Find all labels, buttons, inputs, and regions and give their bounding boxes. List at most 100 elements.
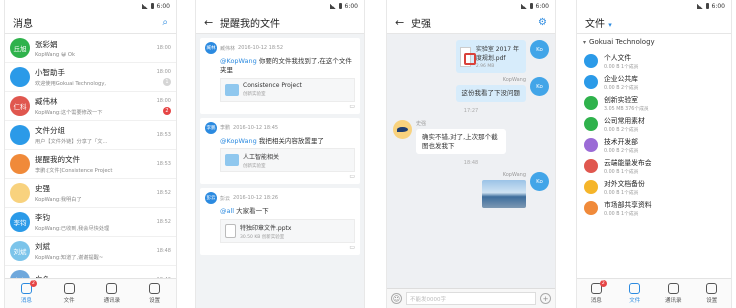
library-meta: 0.00 B 1个成员 — [604, 211, 639, 217]
mention-tag[interactable]: @KopWang — [220, 57, 257, 65]
message-bubble[interactable]: 这份我看了下没问题 — [455, 85, 526, 102]
avatar[interactable] — [10, 125, 30, 145]
page-title[interactable]: 文件 ▾ — [585, 15, 723, 30]
library-meta: 0.00 B 1个成员 — [604, 64, 639, 70]
mention-card[interactable]: 彭云 彭云 2016-10-12 18:26 @all 大家看一下 特独印章文件.ppt… — [200, 188, 360, 256]
conversation-row[interactable]: 小智助手 欢迎使用Gokuai Technology, 18:00 1 — [5, 63, 176, 92]
pdf-icon — [460, 46, 476, 67]
battery-icon — [150, 3, 154, 9]
library-info: 市场部共享资料 0.00 B 1个成员 — [604, 199, 652, 217]
pdf-file-bubble[interactable]: 实验室 2017 年度规划.pdf 2.96 MB — [456, 40, 526, 73]
card-message: @KopWang 你要的文件我找到了,在这个文件夹里 — [220, 57, 355, 75]
chevron-down-icon: ▾ — [583, 38, 587, 46]
mention-tag[interactable]: @all — [220, 207, 234, 215]
avatar[interactable]: 丘旭 — [10, 38, 30, 58]
conversation-meta: 18:53 — [149, 161, 171, 167]
library-icon — [584, 137, 598, 152]
avatar[interactable]: 臧林 — [205, 42, 217, 54]
card-user: 李鹏 — [220, 125, 231, 132]
conversation-row[interactable]: 丘旭 张彩娟 KopWang 😀 Ok 18:00 — [5, 34, 176, 63]
conversation-meta: 18:53 — [149, 132, 171, 138]
library-icon — [584, 95, 598, 110]
tab-files[interactable]: 文件 — [616, 279, 655, 308]
message-input[interactable]: 不能发0000字 — [406, 292, 536, 305]
back-arrow-icon[interactable]: ← — [204, 16, 220, 29]
file-info: 人工智能相关 创新实验室 — [243, 152, 279, 169]
tab-messages[interactable]: 2 消息 — [577, 279, 616, 308]
file-attachment[interactable]: 特独印章文件.pptx 30.50 KB 创新实验室 — [220, 219, 355, 244]
battery-icon — [705, 3, 709, 9]
conversation-time: 18:48 — [156, 248, 171, 254]
avatar[interactable]: Ko — [530, 40, 549, 59]
library-item[interactable]: 对外文档备份 0.00 B 1个成员 — [577, 176, 731, 197]
tab-messages[interactable]: 2 消息 — [5, 279, 48, 308]
library-item[interactable]: 技术开发部 0.00 B 2个成员 — [577, 134, 731, 155]
conversation-row[interactable]: 仁科 臧伟林 KopWang:这个需要修改一下 18:00 2 — [5, 92, 176, 121]
tab-contacts[interactable]: 通讯录 — [654, 279, 693, 308]
library-item[interactable]: 个人文件 0.00 B 1个成员 — [577, 50, 731, 71]
library-item[interactable]: 创新实验室 3.05 MB 376个成员 — [577, 92, 731, 113]
avatar[interactable]: Ko — [530, 77, 549, 96]
tab-label: 通讯录 — [103, 298, 121, 304]
bottom-tab-bar: 2 消息 文件 通讯录 设置 — [5, 278, 176, 308]
library-item[interactable]: 云端能量发布会 0.00 B 1个成员 — [577, 155, 731, 176]
comment-icon[interactable]: ▭ — [205, 244, 355, 251]
conversation-row[interactable]: 李钧 李钧 KopWang:已收到,我会尽快处理 18:52 — [5, 208, 176, 237]
mention-files-header: ← 提醒我的文件 — [196, 12, 364, 34]
conversation-list: 丘旭 张彩娟 KopWang 😀 Ok 18:00 小智助手 欢迎使用Gokuai Tec… — [5, 34, 176, 295]
avatar[interactable]: 刘斌 — [10, 241, 30, 261]
library-section-header[interactable]: ▾ Gokuai Technology — [577, 34, 731, 50]
avatar[interactable]: 彭云 — [205, 192, 217, 205]
tab-contacts[interactable]: 通讯录 — [91, 279, 134, 308]
comment-icon[interactable]: ▭ — [205, 173, 355, 180]
plus-icon[interactable]: + — [540, 293, 551, 304]
library-icon — [584, 179, 598, 194]
card-message: @KopWang 我把相关内容放置里了 — [220, 137, 355, 146]
tab-settings[interactable]: 设置 — [133, 279, 176, 308]
conversation-body: 刘斌 KopWang:知道了,谢谢提醒~ — [35, 241, 149, 261]
mention-card[interactable]: 李鹏 李鹏 2016-10-12 18:45 @KopWang 我把相关内容放置里了人… — [200, 117, 360, 185]
avatar[interactable]: Ko — [530, 172, 549, 192]
tab-label: 设置 — [149, 298, 161, 304]
back-arrow-icon[interactable]: ← — [395, 16, 411, 29]
library-item[interactable]: 企业公共库 0.00 B 2个成员 — [577, 71, 731, 92]
conversation-row[interactable]: 文件分组 用户【文件外链】分享了「文... 18:53 — [5, 121, 176, 150]
search-icon[interactable]: ⌕ — [162, 17, 168, 28]
library-meta: 3.05 MB 376个成员 — [604, 106, 649, 112]
comment-icon[interactable]: ▭ — [205, 103, 355, 110]
image-message[interactable] — [482, 180, 526, 209]
library-info: 个人文件 0.00 B 1个成员 — [604, 52, 638, 70]
avatar[interactable] — [10, 154, 30, 174]
conversation-row[interactable]: 提醒我的文件 李鹏:[文件]Consistence Project 18:53 — [5, 150, 176, 179]
avatar[interactable] — [10, 67, 30, 87]
message-bubble[interactable]: 确实不错,对了,上次那个截图也发我下 — [416, 128, 506, 155]
conversation-preview: KopWang 😀 Ok — [35, 51, 75, 58]
avatar[interactable] — [393, 119, 412, 139]
avatar[interactable]: 李鹏 — [205, 121, 217, 134]
file-attachment[interactable]: Consistence Project 创新实验室 — [220, 77, 355, 102]
signal-icon — [520, 3, 527, 9]
sender-name: 史强 — [416, 120, 427, 127]
status-bar: 6:00 — [196, 0, 364, 12]
conversation-time: 18:53 — [156, 132, 171, 138]
avatar[interactable]: 仁科 — [10, 96, 30, 116]
mention-card[interactable]: 臧林 臧伟林 2016-10-12 18:52 @KopWang 你要的文件我找到了,… — [200, 38, 360, 114]
emoji-icon[interactable]: ☺ — [391, 293, 402, 304]
conversation-row[interactable]: 史强 KopWang:我明白了 18:52 — [5, 179, 176, 208]
mention-tag[interactable]: @KopWang — [220, 137, 257, 145]
tab-settings[interactable]: 设置 — [693, 279, 732, 308]
library-item[interactable]: 公司常用素材 0.00 B 2个成员 — [577, 113, 731, 134]
avatar[interactable] — [10, 183, 30, 203]
conversation-row[interactable]: 刘斌 刘斌 KopWang:知道了,谢谢提醒~ 18:48 — [5, 237, 176, 266]
file-attachment[interactable]: 人工智能相关 创新实验室 — [220, 148, 355, 173]
gear-icon[interactable]: ⚙ — [538, 17, 547, 28]
tab-files[interactable]: 文件 — [48, 279, 91, 308]
library-item[interactable]: 市场部共享资料 0.00 B 1个成员 — [577, 197, 731, 218]
sender-name: KopWang — [502, 172, 526, 179]
conversation-meta: 18:00 — [149, 45, 171, 51]
message-text: 我把相关内容放置里了 — [256, 136, 324, 145]
conversation-meta: 18:48 — [149, 248, 171, 254]
status-bar: 6:00 — [5, 0, 176, 12]
avatar[interactable]: 李钧 — [10, 212, 30, 232]
conversation-name: 臧伟林 — [35, 97, 58, 106]
